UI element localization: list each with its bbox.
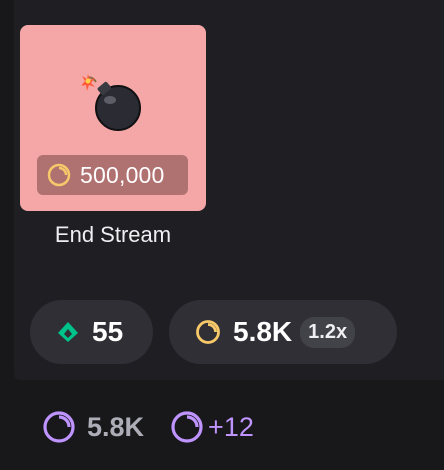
- multiplier-badge: 1.2x: [300, 316, 356, 348]
- channel-points-icon: [196, 320, 220, 344]
- prediction-diamond-icon: [58, 322, 78, 342]
- channel-points-value: 5.8K: [233, 316, 293, 347]
- balance-value: 5.8K: [87, 411, 145, 442]
- points-gain: +12: [208, 411, 254, 442]
- channel-points-pill[interactable]: 5.8K 1.2x: [169, 300, 397, 364]
- channel-points-gain-icon: [171, 411, 203, 443]
- predictions-pill[interactable]: 55: [30, 300, 153, 364]
- reward-card-end-stream[interactable]: 500,000: [20, 25, 206, 211]
- channel-points-icon: [47, 163, 71, 187]
- predictions-value: 55: [92, 316, 124, 347]
- cost-badge: 500,000: [37, 155, 188, 195]
- reward-cost: 500,000: [80, 161, 165, 188]
- channel-points-icon: [43, 411, 75, 443]
- reward-title: End Stream: [54, 222, 172, 247]
- bomb-icon: [82, 74, 141, 131]
- balance-summary: 5.8K +12: [42, 410, 254, 444]
